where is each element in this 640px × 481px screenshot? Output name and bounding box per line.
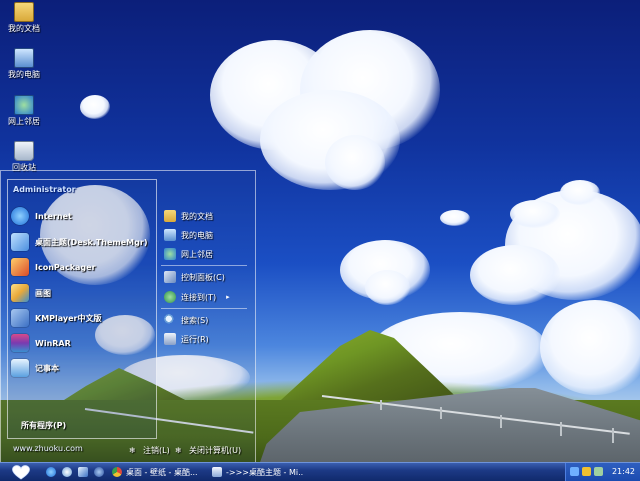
- tray-app-icon[interactable]: [594, 467, 603, 476]
- shutdown-button[interactable]: ❄ 关闭计算机(U): [175, 445, 241, 456]
- kmplayer-icon: [11, 309, 29, 327]
- quicklaunch-media-icon[interactable]: [94, 467, 104, 477]
- my-computer-icon: [14, 48, 34, 68]
- all-programs-label: 所有程序(P): [21, 421, 67, 430]
- user-name: Administrator: [13, 185, 76, 194]
- connect-to-icon: [164, 291, 176, 303]
- quicklaunch-browser-icon[interactable]: [62, 467, 72, 477]
- task-button-document[interactable]: ->>>桌酷主题 - Mi...: [212, 465, 304, 479]
- tray-volume-icon[interactable]: [582, 467, 591, 476]
- taskbar: 桌面 - 壁纸 - 桌酷... ->>>桌酷主题 - Mi... 21:42: [0, 462, 640, 481]
- menu-separator: [161, 308, 247, 309]
- clock[interactable]: 21:42: [612, 467, 635, 476]
- document-icon: [212, 467, 222, 477]
- menu-separator: [161, 265, 247, 266]
- all-programs-button[interactable]: 所有程序(P): [21, 420, 66, 431]
- program-item-iconpackager[interactable]: IconPackager: [11, 258, 151, 276]
- program-item-internet[interactable]: Internet: [11, 207, 151, 225]
- winrar-icon: [11, 334, 29, 352]
- folder-documents-icon: [164, 210, 176, 222]
- menu-item-search[interactable]: 搜索(S): [164, 313, 208, 327]
- notepad-icon: [11, 359, 29, 377]
- quicklaunch-ie-icon[interactable]: [46, 467, 56, 477]
- search-icon: [164, 314, 176, 326]
- task-button-chrome[interactable]: 桌面 - 壁纸 - 桌酷...: [112, 465, 204, 479]
- menu-item-network-places[interactable]: 网上邻居: [164, 247, 213, 261]
- program-item-theme-manager[interactable]: 桌面主题(Desk.ThemeMgr): [11, 233, 151, 251]
- heart-start-icon: [12, 465, 30, 480]
- desktop-icon-my-documents[interactable]: 我的文档: [2, 2, 46, 34]
- folder-documents-icon: [14, 2, 34, 22]
- internet-explorer-icon: [11, 207, 29, 225]
- program-item-paint[interactable]: 画图: [11, 284, 151, 302]
- start-menu: Administrator Internet 桌面主题(Desk.ThemeMg…: [0, 170, 256, 464]
- network-places-icon: [14, 95, 34, 115]
- program-item-kmplayer[interactable]: KMPlayer中文版: [11, 309, 151, 327]
- watermark-text: www.zhuoku.com: [13, 444, 83, 453]
- desktop-icon-recycle-bin[interactable]: 回收站: [2, 141, 46, 173]
- logoff-button[interactable]: ❄ 注销(L): [129, 445, 170, 456]
- run-icon: [164, 333, 176, 345]
- program-item-notepad[interactable]: 记事本: [11, 359, 151, 377]
- theme-manager-icon: [11, 233, 29, 251]
- paint-icon: [11, 284, 29, 302]
- chrome-icon: [112, 467, 122, 477]
- start-button[interactable]: [4, 463, 38, 481]
- system-tray: 21:42: [565, 463, 640, 481]
- network-places-icon: [164, 248, 176, 260]
- shutdown-icon: ❄: [175, 445, 182, 455]
- tray-network-icon[interactable]: [570, 467, 579, 476]
- menu-item-run[interactable]: 运行(R): [164, 332, 209, 346]
- menu-item-control-panel[interactable]: 控制面板(C): [164, 270, 225, 284]
- menu-item-my-computer[interactable]: 我的电脑: [164, 228, 213, 242]
- logoff-icon: ❄: [129, 445, 136, 455]
- menu-item-connect-to[interactable]: 连接到(T) ▸: [164, 290, 230, 304]
- submenu-arrow-icon: ▸: [226, 293, 230, 301]
- menu-item-my-documents[interactable]: 我的文档: [164, 209, 213, 223]
- my-computer-icon: [164, 229, 176, 241]
- iconpackager-icon: [11, 258, 29, 276]
- control-panel-icon: [164, 271, 176, 283]
- desktop-icon-my-computer[interactable]: 我的电脑: [2, 48, 46, 80]
- program-item-winrar[interactable]: WinRAR: [11, 334, 151, 352]
- recycle-bin-icon: [14, 141, 34, 161]
- desktop-icon-network-places[interactable]: 网上邻居: [2, 95, 46, 127]
- quicklaunch-show-desktop-icon[interactable]: [78, 467, 88, 477]
